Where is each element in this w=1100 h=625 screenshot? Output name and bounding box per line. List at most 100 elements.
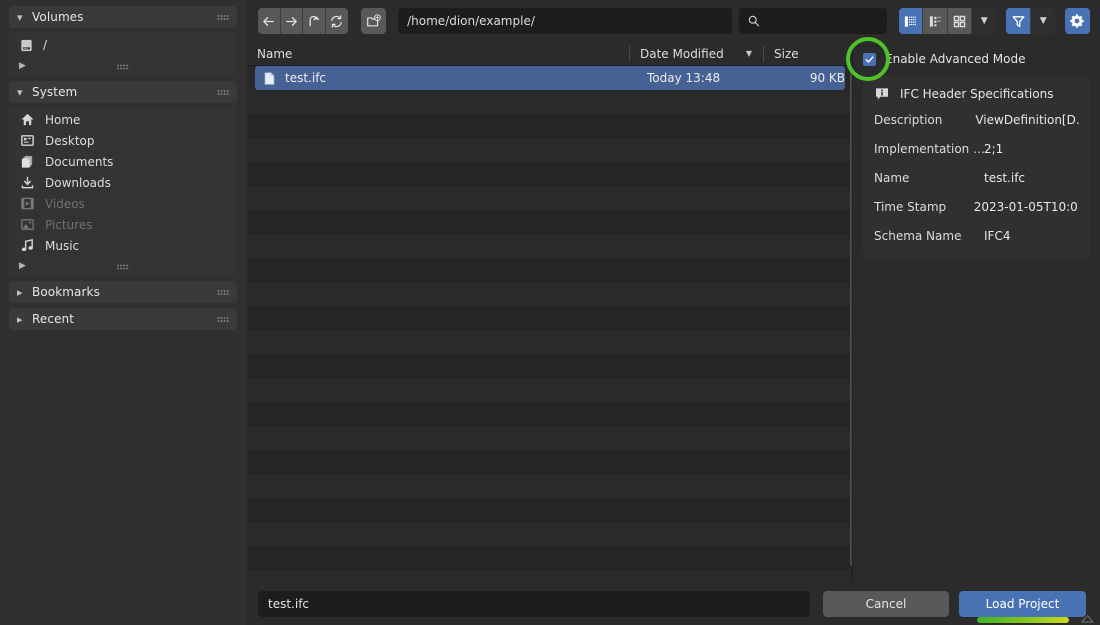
file-date-modified: Today 13:48 bbox=[647, 71, 721, 85]
table-row-empty[interactable] bbox=[248, 282, 852, 306]
sidebar-item-music[interactable]: Music bbox=[9, 235, 237, 256]
advanced-mode-row[interactable]: Enable Advanced Mode bbox=[846, 37, 1090, 81]
sidebar-item-downloads[interactable]: Downloads bbox=[9, 172, 237, 193]
table-row-empty[interactable] bbox=[248, 306, 852, 330]
drag-grip[interactable] bbox=[217, 88, 230, 96]
resize-grip[interactable] bbox=[116, 63, 130, 70]
filter-toggle-button[interactable] bbox=[1006, 8, 1032, 34]
parent-directory-button[interactable] bbox=[303, 8, 326, 34]
cancel-button[interactable]: Cancel bbox=[823, 590, 949, 617]
table-row-empty[interactable] bbox=[248, 258, 852, 282]
sidebar-section-recent-header[interactable]: ▸ Recent bbox=[9, 308, 237, 330]
drag-grip[interactable] bbox=[217, 288, 230, 296]
table-row-empty[interactable] bbox=[248, 474, 852, 498]
property-key: Implementation … bbox=[874, 141, 984, 156]
chevron-down-icon: ▾ bbox=[17, 10, 23, 24]
drag-grip[interactable] bbox=[217, 13, 230, 21]
enable-advanced-mode-checkbox[interactable] bbox=[863, 52, 876, 66]
file-list-column-header: Name Date Modified ▼ Size bbox=[248, 42, 852, 66]
volumes-expand-row[interactable]: ▶ bbox=[9, 56, 237, 76]
dialog-footer: test.ifc Cancel Load Project bbox=[248, 582, 1100, 625]
sidebar-item-pictures[interactable]: Pictures bbox=[9, 214, 237, 235]
load-project-button[interactable]: Load Project bbox=[959, 590, 1086, 617]
sidebar-section-volumes: ▾ Volumes / ▶ bbox=[9, 6, 237, 76]
table-row-empty[interactable] bbox=[248, 90, 852, 114]
chevron-right-icon: ▸ bbox=[17, 312, 23, 326]
checkmark-icon bbox=[865, 55, 874, 63]
search-input[interactable] bbox=[739, 8, 888, 34]
sidebar-section-system: ▾ System Home Desktop Documents Download… bbox=[9, 81, 237, 276]
sidebar-item-label: Documents bbox=[45, 154, 114, 169]
column-header-size[interactable]: Size bbox=[764, 42, 852, 66]
table-row-empty[interactable] bbox=[248, 546, 852, 570]
toolbar: /home/dion/example/ ▼ ▼ bbox=[248, 0, 1100, 42]
music-icon bbox=[19, 238, 36, 254]
ifc-header-card: IFC Header Specifications Description Vi… bbox=[863, 76, 1090, 259]
table-row-empty[interactable] bbox=[248, 186, 852, 210]
table-row-empty[interactable] bbox=[248, 450, 852, 474]
filename-input[interactable]: test.ifc bbox=[258, 590, 810, 617]
enable-advanced-mode-label: Enable Advanced Mode bbox=[885, 52, 1026, 66]
refresh-button[interactable] bbox=[325, 8, 348, 34]
thumbnail-view-button[interactable] bbox=[947, 8, 973, 34]
file-name: test.ifc bbox=[285, 71, 327, 85]
path-input[interactable]: /home/dion/example/ bbox=[398, 8, 733, 34]
sidebar-item-videos[interactable]: Videos bbox=[9, 193, 237, 214]
sidebar-section-title: Volumes bbox=[32, 10, 84, 24]
sidebar-item-desktop[interactable]: Desktop bbox=[9, 130, 237, 151]
property-value: IFC4 bbox=[984, 228, 1011, 243]
table-row-empty[interactable] bbox=[248, 210, 852, 234]
file-list-rows: test.ifc Today 13:48 90 KB bbox=[248, 66, 852, 582]
drag-grip[interactable] bbox=[217, 315, 230, 323]
property-value: 2;1 bbox=[984, 141, 1004, 156]
new-folder-button[interactable] bbox=[360, 8, 387, 34]
video-icon bbox=[19, 196, 36, 212]
table-row-empty[interactable] bbox=[248, 234, 852, 258]
table-row-empty[interactable] bbox=[248, 114, 852, 138]
column-header-name[interactable]: Name bbox=[248, 42, 630, 66]
resize-grip[interactable] bbox=[116, 263, 130, 270]
table-row-empty[interactable] bbox=[248, 162, 852, 186]
file-size: 90 KB bbox=[809, 71, 845, 85]
display-options-dropdown[interactable]: ▼ bbox=[972, 8, 997, 34]
system-expand-row[interactable]: ▶ bbox=[9, 256, 237, 276]
sidebar-section-system-header[interactable]: ▾ System bbox=[9, 81, 237, 103]
new-folder-icon bbox=[366, 13, 381, 29]
table-row-empty[interactable] bbox=[248, 138, 852, 162]
sidebar-item-home[interactable]: Home bbox=[9, 109, 237, 130]
arrow-left-icon bbox=[261, 14, 276, 29]
property-value: test.ifc bbox=[984, 170, 1026, 185]
navigation-button-group bbox=[258, 8, 348, 34]
table-row-empty[interactable] bbox=[248, 426, 852, 450]
table-row-empty[interactable] bbox=[248, 354, 852, 378]
property-value: ViewDefinition[D… bbox=[975, 112, 1079, 127]
sidebar-section-title: Bookmarks bbox=[32, 285, 100, 299]
resize-corner-grip[interactable] bbox=[1079, 609, 1095, 623]
settings-button[interactable] bbox=[1064, 8, 1090, 34]
triangle-right-icon: ▶ bbox=[19, 61, 26, 71]
property-value: 2023-01-05T10:0… bbox=[973, 199, 1079, 214]
sidebar-section-bookmarks-header[interactable]: ▸ Bookmarks bbox=[9, 281, 237, 303]
sidebar-item-documents[interactable]: Documents bbox=[9, 151, 237, 172]
chevron-right-icon: ▸ bbox=[17, 285, 23, 299]
chevron-down-icon: ▼ bbox=[980, 15, 988, 26]
sidebar-section-volumes-header[interactable]: ▾ Volumes bbox=[9, 6, 237, 28]
sidebar-section-system-body: Home Desktop Documents Downloads Videos … bbox=[9, 106, 237, 276]
filter-options-dropdown[interactable]: ▼ bbox=[1031, 8, 1055, 34]
table-row-empty[interactable] bbox=[248, 330, 852, 354]
horizontal-list-view-button[interactable] bbox=[923, 8, 948, 34]
forward-button[interactable] bbox=[280, 8, 304, 34]
column-header-date-modified[interactable]: Date Modified ▼ bbox=[630, 42, 764, 66]
vertical-list-view-button[interactable] bbox=[899, 8, 924, 34]
table-row-empty[interactable] bbox=[248, 402, 852, 426]
table-row-empty[interactable] bbox=[248, 378, 852, 402]
sidebar-item-root-volume[interactable]: / bbox=[9, 34, 237, 56]
table-row-empty[interactable] bbox=[248, 498, 852, 522]
table-row-empty[interactable] bbox=[248, 522, 852, 546]
file-icon bbox=[262, 71, 277, 86]
filename-input-value: test.ifc bbox=[268, 596, 310, 611]
display-mode-group: ▼ bbox=[899, 8, 997, 34]
back-button[interactable] bbox=[258, 8, 281, 34]
table-row-empty[interactable] bbox=[248, 570, 852, 582]
table-row[interactable]: test.ifc Today 13:48 90 KB bbox=[255, 66, 845, 90]
